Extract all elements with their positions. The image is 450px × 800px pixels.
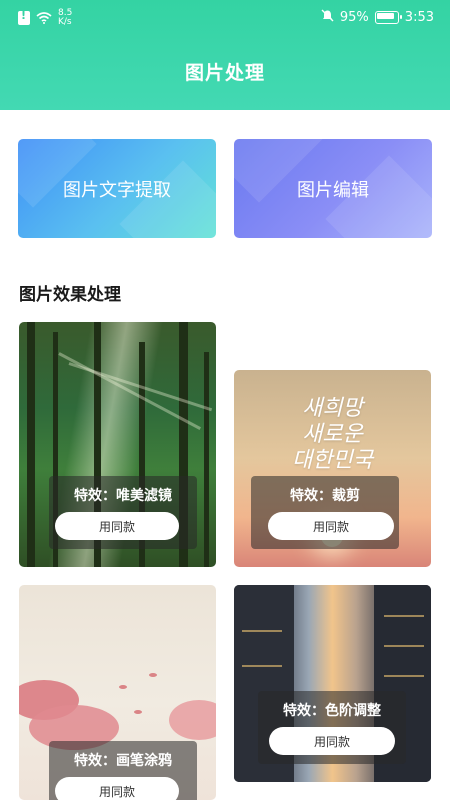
effect-overlay: 特效：裁剪 用同款 — [251, 476, 399, 549]
page-title: 图片处理 — [184, 62, 265, 84]
wifi-icon — [36, 12, 52, 24]
image-text-extract-label: 图片文字提取 — [63, 179, 171, 201]
app-header: 8.5 K/s 95% 3:53 图片处理 — [0, 0, 450, 110]
mute-icon — [321, 9, 334, 26]
image-edit-card[interactable]: 图片编辑 — [234, 139, 432, 238]
use-same-button[interactable]: 用同款 — [55, 777, 179, 800]
petal — [149, 673, 157, 677]
effect-overlay: 特效：唯美滤镜 用同款 — [49, 476, 197, 549]
section-title: 图片效果处理 — [19, 285, 121, 305]
sim-alert-icon — [18, 9, 30, 25]
status-right: 95% 3:53 — [321, 9, 434, 26]
use-same-button[interactable]: 用同款 — [268, 512, 394, 540]
battery-icon — [374, 11, 402, 24]
status-bar: 8.5 K/s 95% 3:53 — [0, 0, 450, 36]
effect-overlay: 特效：色阶调整 用同款 — [258, 691, 406, 764]
lit-windows — [384, 615, 424, 617]
effect-overlay: 特效：画笔涂鸦 用同款 — [49, 741, 197, 800]
effect-label: 特效：色阶调整 — [283, 703, 381, 719]
effect-label: 特效：裁剪 — [290, 488, 360, 504]
lit-windows — [384, 675, 424, 677]
petal — [119, 685, 127, 689]
petal — [134, 710, 142, 714]
battery-percent: 95% — [339, 10, 369, 25]
image-text-extract-card[interactable]: 图片文字提取 — [18, 139, 216, 238]
network-speed: 8.5 K/s — [58, 9, 72, 27]
effect-label: 特效：画笔涂鸦 — [74, 753, 172, 769]
effect-card-brush[interactable]: 特效：画笔涂鸦 用同款 — [19, 585, 216, 800]
use-same-button[interactable]: 用同款 — [269, 727, 395, 755]
tree-trunk — [204, 352, 209, 567]
effect-card-crop[interactable]: 새희망 새로운 대한민국 特效：裁剪 用同款 — [234, 370, 431, 567]
lit-windows — [242, 665, 282, 667]
script-text: 대한민국 — [292, 448, 373, 473]
blossom-image — [169, 700, 216, 740]
lit-windows — [242, 630, 282, 632]
tree-trunk — [27, 322, 35, 567]
image-edit-label: 图片编辑 — [297, 179, 369, 201]
status-time: 3:53 — [404, 10, 434, 25]
effect-card-filter[interactable]: 特效：唯美滤镜 用同款 — [19, 322, 216, 567]
lit-windows — [384, 645, 424, 647]
use-same-button[interactable]: 用同款 — [55, 512, 179, 540]
status-left: 8.5 K/s — [18, 9, 72, 27]
network-speed-unit: K/s — [58, 17, 72, 27]
effect-label: 特效：唯美滤镜 — [74, 488, 172, 504]
effect-card-levels[interactable]: 特效：色阶调整 用同款 — [234, 585, 431, 782]
